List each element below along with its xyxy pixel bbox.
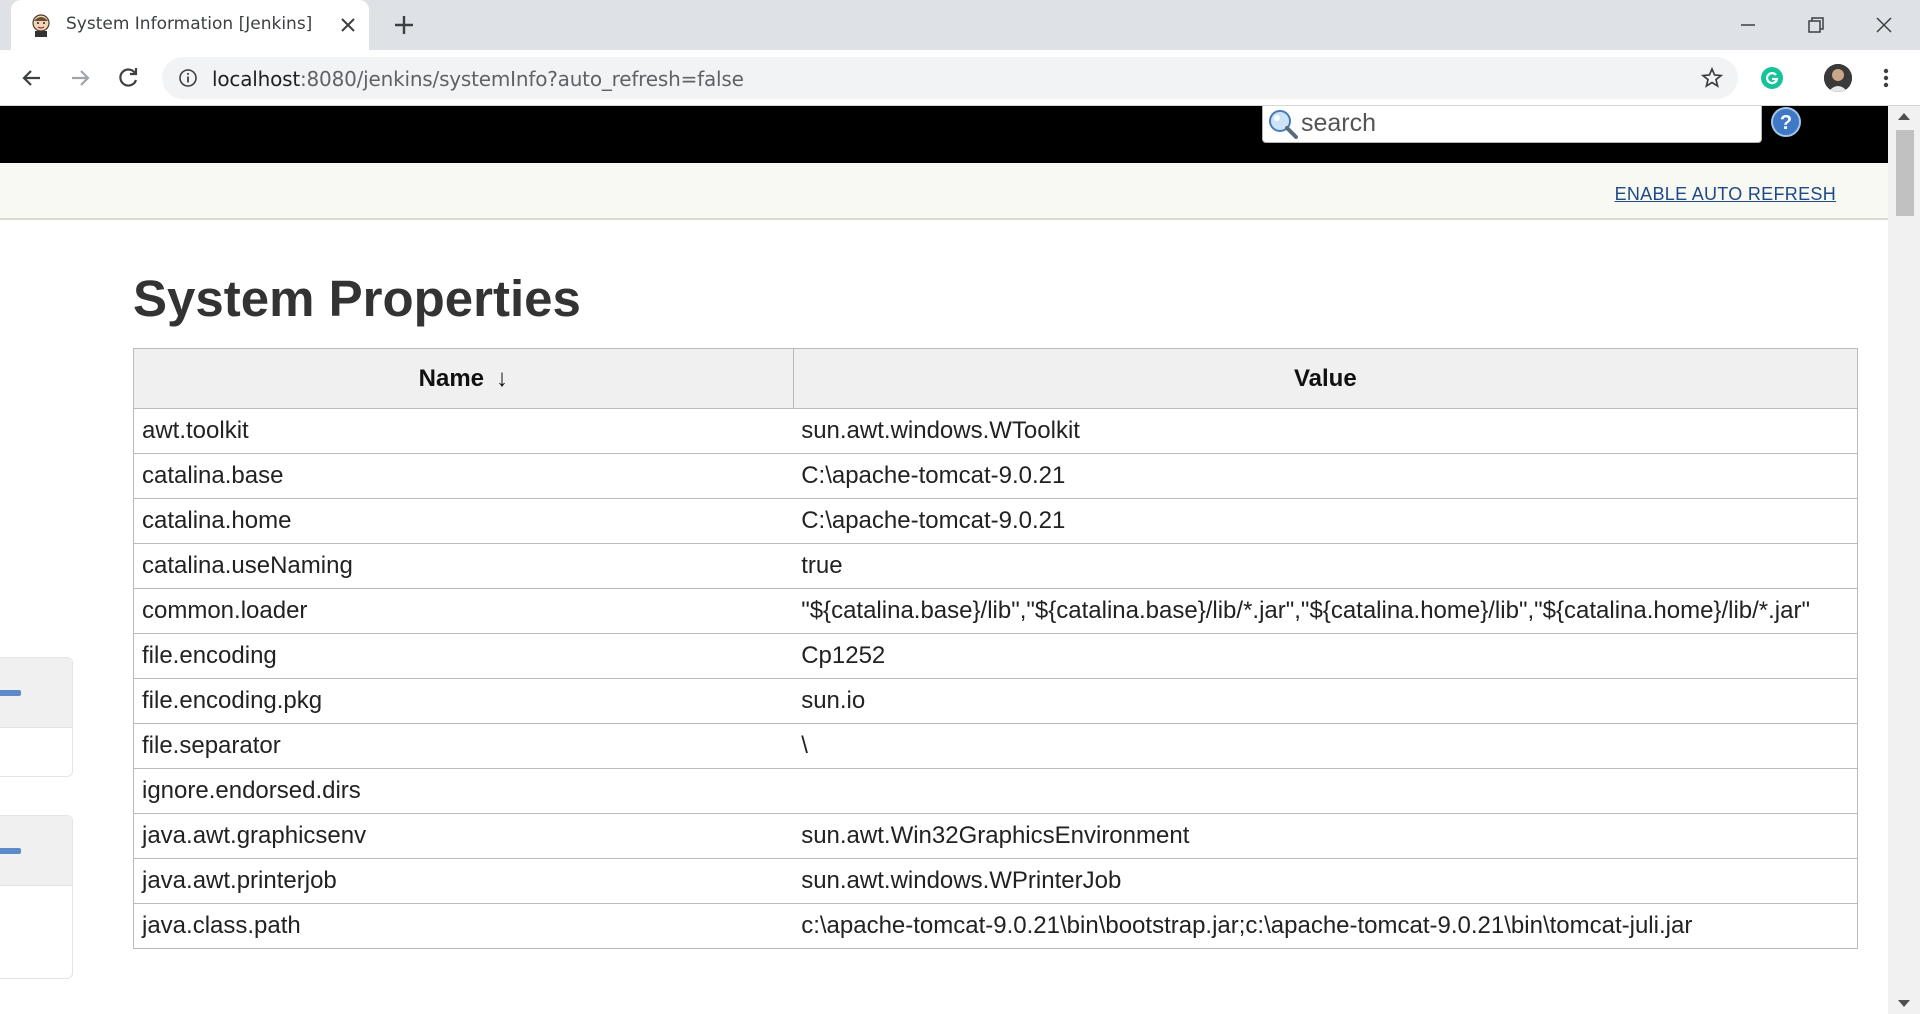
property-value — [793, 768, 1859, 814]
scrollbar-thumb[interactable] — [1896, 130, 1914, 216]
property-name: file.encoding — [133, 633, 794, 679]
property-value: c:\apache-tomcat-9.0.21\bin\bootstrap.ja… — [793, 903, 1859, 949]
restore-icon[interactable] — [1801, 10, 1831, 40]
table-row: java.class.path c:\apache-tomcat-9.0.21\b… — [133, 903, 1859, 949]
system-properties-table: Name ↓ Value awt.toolkit sun.awt.windows.W… — [133, 348, 1859, 949]
property-name: ignore.endorsed.dirs — [133, 768, 794, 814]
browser-toolbar: localhost:8080/jenkins/systemInfo?auto_r… — [0, 50, 1920, 106]
table-row: awt.toolkit sun.awt.windows.WToolkit — [133, 408, 1859, 454]
close-icon[interactable] — [337, 14, 359, 36]
browser-tab-active[interactable]: System Information [Jenkins] — [11, 0, 369, 50]
search-icon — [1269, 110, 1298, 139]
table-row: common.loader "${catalina.base}/lib","${c… — [133, 588, 1859, 634]
table-body: awt.toolkit sun.awt.windows.WToolkit catal… — [133, 408, 1859, 949]
grammarly-icon[interactable] — [1760, 66, 1784, 90]
scroll-down-arrow-icon[interactable] — [1898, 1000, 1910, 1008]
address-bar[interactable]: localhost:8080/jenkins/systemInfo?auto_r… — [162, 57, 1738, 99]
property-value: sun.awt.windows.WPrinterJob — [793, 858, 1859, 904]
table-row: ignore.endorsed.dirs — [133, 768, 1859, 814]
column-header-name[interactable]: Name ↓ — [133, 348, 794, 409]
property-name: common.loader — [133, 588, 794, 634]
window-close-icon[interactable] — [1869, 10, 1899, 40]
forward-arrow-icon[interactable] — [66, 64, 94, 92]
table-row: file.encoding Cp1252 — [133, 633, 1859, 679]
property-name: catalina.useNaming — [133, 543, 794, 589]
property-name: catalina.home — [133, 498, 794, 544]
property-value: \ — [793, 723, 1859, 769]
search-box[interactable] — [1262, 106, 1762, 143]
profile-avatar[interactable] — [1824, 64, 1852, 92]
url-text[interactable]: localhost:8080/jenkins/systemInfo?auto_r… — [212, 67, 744, 91]
scroll-up-arrow-icon[interactable] — [1898, 112, 1910, 120]
property-value: C:\apache-tomcat-9.0.21 — [793, 498, 1859, 544]
table-row: java.awt.printerjob sun.awt.windows.WPrin… — [133, 858, 1859, 904]
side-widget-header — [0, 658, 72, 728]
table-row: catalina.useNaming true — [133, 543, 1859, 589]
property-value: sun.io — [793, 678, 1859, 724]
column-name-label: Name — [418, 364, 485, 392]
collapse-icon[interactable] — [0, 848, 21, 854]
reload-icon[interactable] — [114, 64, 142, 92]
profile-avatar-image — [1824, 64, 1852, 92]
table-header-row: Name ↓ Value — [133, 348, 1859, 409]
property-name: file.encoding.pkg — [133, 678, 794, 724]
enable-auto-refresh-link[interactable]: ENABLE AUTO REFRESH — [1615, 184, 1836, 205]
help-icon[interactable]: ? — [1770, 106, 1802, 138]
search-input[interactable] — [1301, 108, 1751, 138]
back-arrow-icon[interactable] — [18, 64, 46, 92]
more-vert-icon[interactable] — [1874, 64, 1898, 92]
side-panel-widget — [0, 815, 73, 979]
collapse-icon[interactable] — [0, 690, 21, 696]
property-value: true — [793, 543, 1859, 589]
tab-title: System Information [Jenkins] — [66, 14, 313, 34]
star-icon[interactable] — [1700, 66, 1724, 90]
property-value: Cp1252 — [793, 633, 1859, 679]
property-name: java.awt.printerjob — [133, 858, 794, 904]
vertical-scrollbar[interactable] — [1888, 106, 1920, 1014]
table-row: catalina.home C:\apache-tomcat-9.0.21 — [133, 498, 1859, 544]
table-row: file.separator \ — [133, 723, 1859, 769]
jenkins-header: ? — [0, 106, 1888, 163]
property-value: C:\apache-tomcat-9.0.21 — [793, 453, 1859, 499]
svg-text:?: ? — [1780, 112, 1792, 134]
url-host: localhost — [212, 67, 300, 91]
page-title: System Properties — [133, 270, 581, 327]
side-panel-widget — [0, 657, 73, 777]
plus-icon[interactable] — [391, 12, 417, 38]
tab-strip: System Information [Jenkins] — [0, 0, 1920, 50]
property-name: awt.toolkit — [133, 408, 794, 454]
property-name: catalina.base — [133, 453, 794, 499]
property-name: java.class.path — [133, 903, 794, 949]
info-icon[interactable] — [178, 68, 198, 88]
column-header-value[interactable]: Value — [792, 348, 1859, 409]
table-row: catalina.base C:\apache-tomcat-9.0.21 — [133, 453, 1859, 499]
table-row: file.encoding.pkg sun.io — [133, 678, 1859, 724]
property-name: file.separator — [133, 723, 794, 769]
minimize-icon[interactable] — [1733, 10, 1763, 40]
breadcrumb-bar: ENABLE AUTO REFRESH — [0, 163, 1888, 220]
page-viewport: ? ENABLE AUTO REFRESH System Properties … — [0, 106, 1888, 1014]
jenkins-favicon-icon — [32, 14, 50, 37]
table-row: java.awt.graphicsenv sun.awt.Win32Graphic… — [133, 813, 1859, 859]
property-value: "${catalina.base}/lib","${catalina.base}… — [793, 588, 1859, 634]
side-widget-header — [0, 816, 72, 886]
sort-arrow-icon: ↓ — [496, 364, 509, 392]
property-value: sun.awt.windows.WToolkit — [793, 408, 1859, 454]
property-name: java.awt.graphicsenv — [133, 813, 794, 859]
column-value-label: Value — [1293, 364, 1357, 392]
property-value: sun.awt.Win32GraphicsEnvironment — [793, 813, 1859, 859]
url-path: :8080/jenkins/systemInfo?auto_refresh=fa… — [299, 67, 744, 91]
